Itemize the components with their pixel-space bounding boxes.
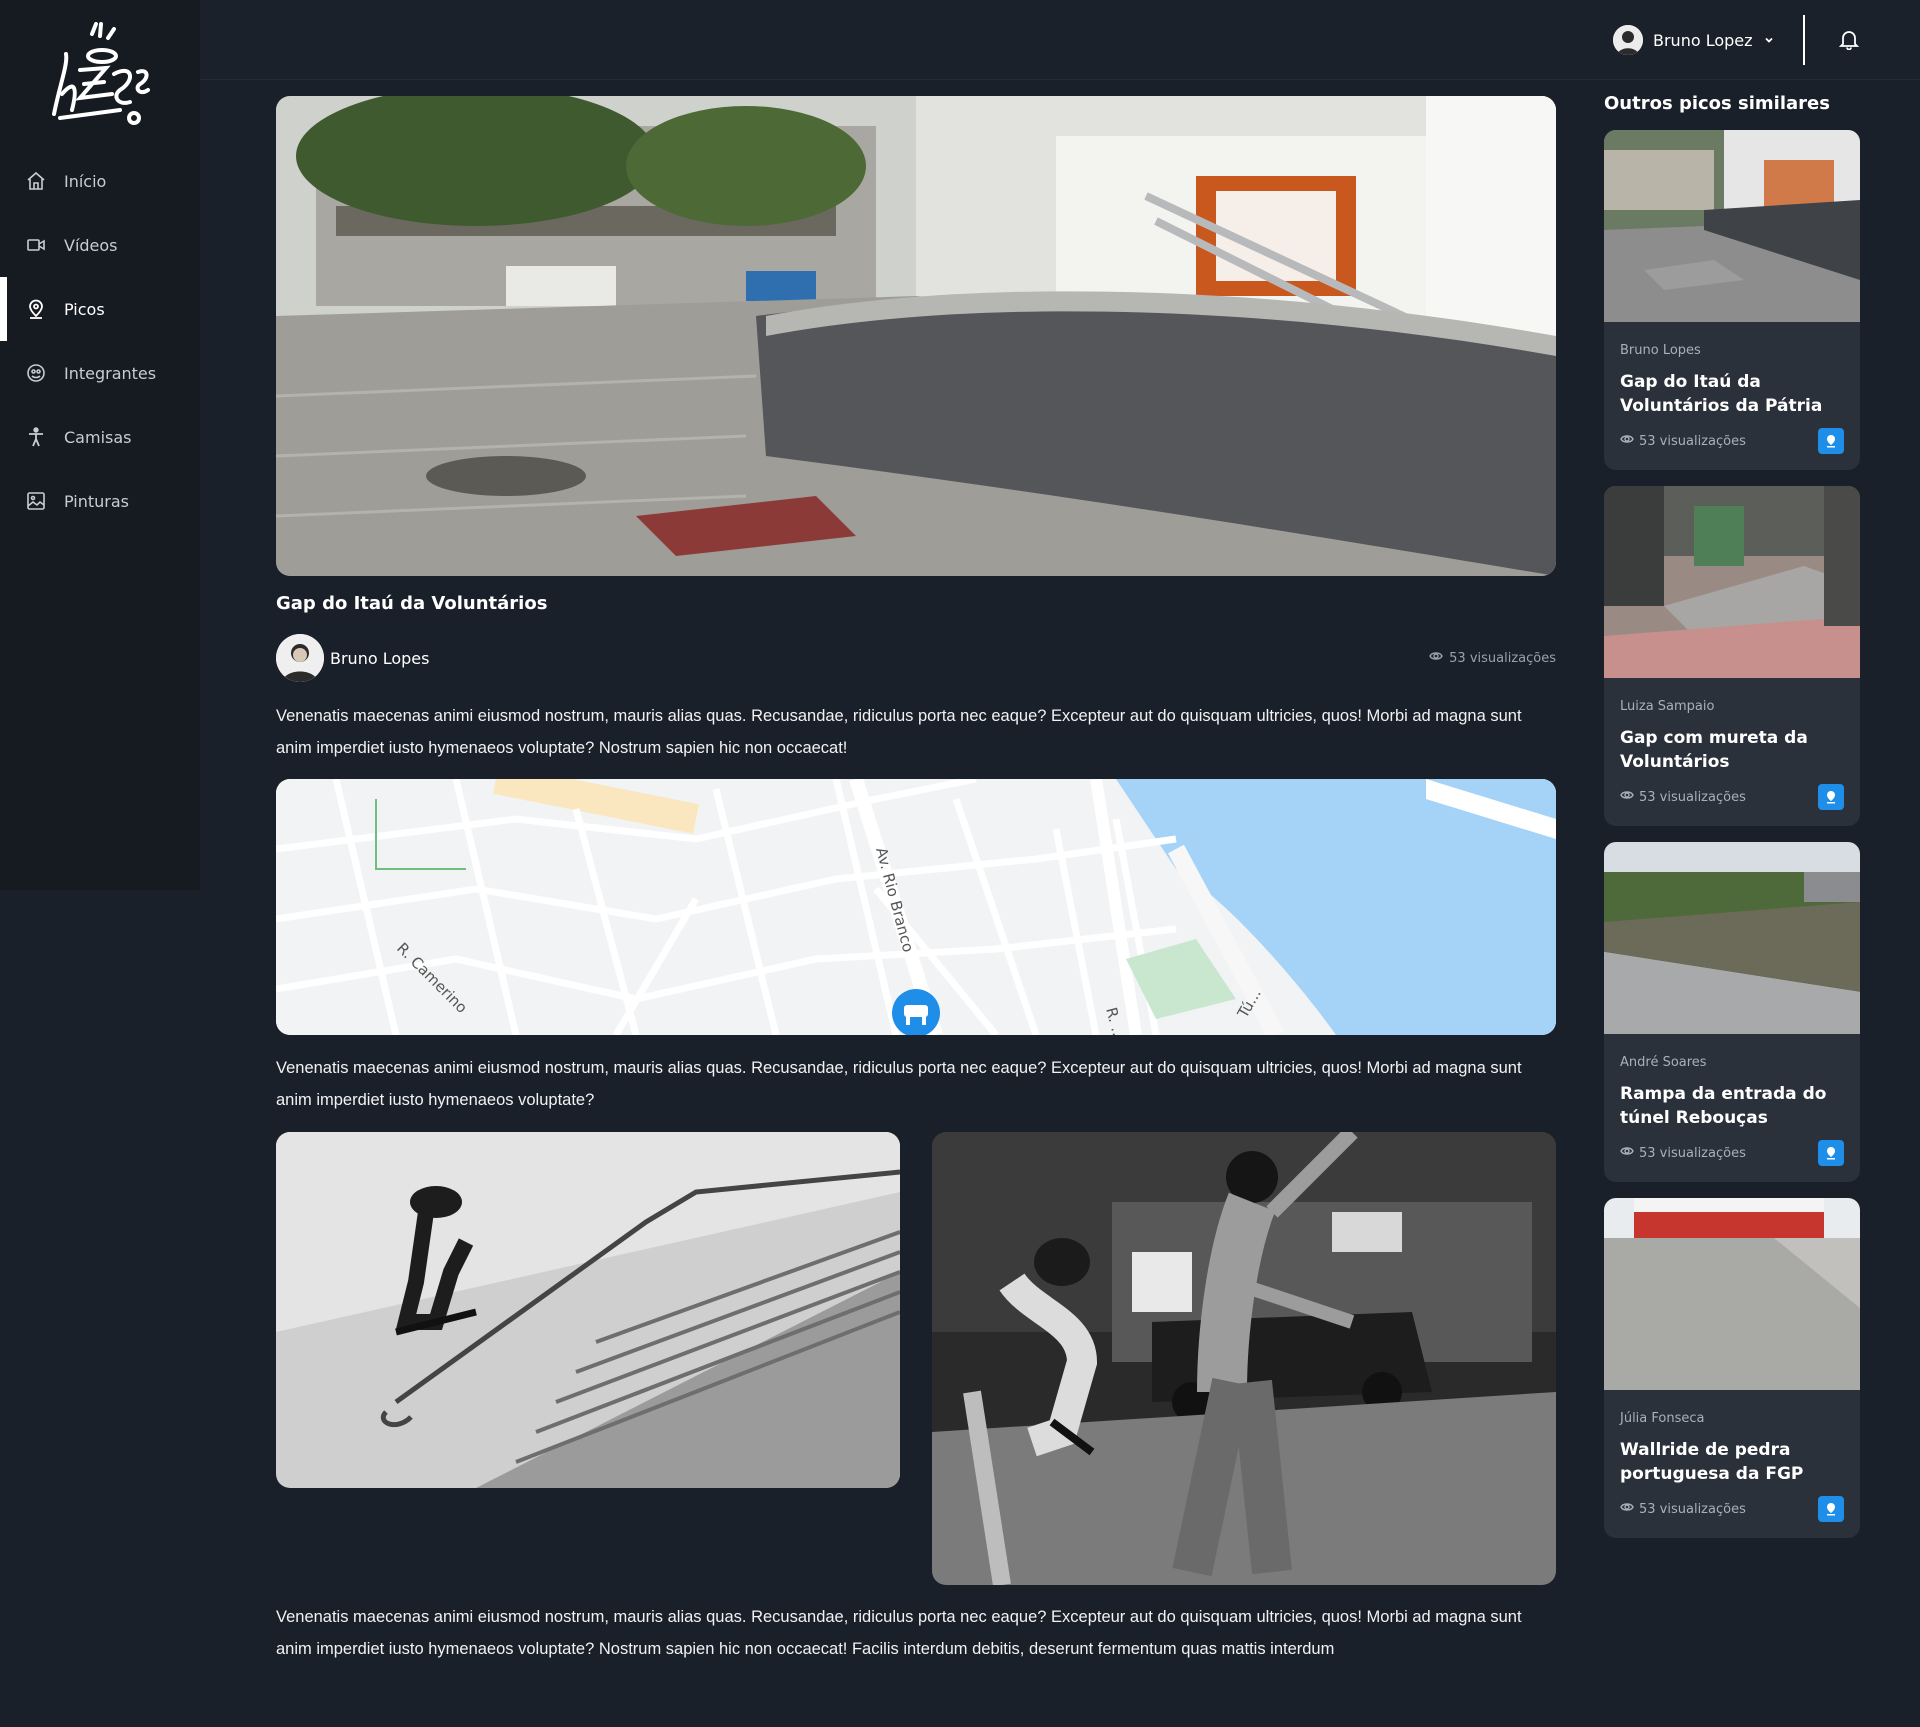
spot-thumbnail	[1604, 130, 1860, 322]
eye-icon	[1620, 432, 1634, 450]
users-icon	[26, 363, 46, 383]
card-title: Gap com mureta da Voluntários	[1620, 728, 1808, 772]
spot-thumbnail	[1604, 1198, 1860, 1390]
sidebar-item-videos[interactable]: Vídeos	[0, 213, 200, 277]
card-views: 53 visualizações	[1620, 1144, 1746, 1162]
card-author: Luiza Sampaio	[1620, 699, 1715, 714]
location-map[interactable]: Av. Rio Branco R. Camerino R. ... Tú...	[276, 779, 1556, 1035]
spot-thumbnail	[1604, 486, 1860, 678]
brand-logo[interactable]	[40, 14, 160, 134]
card-author: André Soares	[1620, 1055, 1707, 1070]
sidebar-item-pinturas[interactable]: Pinturas	[0, 469, 200, 533]
sidebar-item-label: Início	[64, 171, 107, 191]
eye-icon	[1620, 788, 1634, 806]
card-author: Bruno Lopes	[1620, 343, 1701, 358]
image-icon	[26, 491, 46, 511]
author-row: Bruno Lopes 53 visualizações	[276, 633, 1556, 683]
eye-icon	[1429, 649, 1443, 667]
spot-hero-image[interactable]	[276, 96, 1556, 576]
spot-thumbnail	[1604, 842, 1860, 1034]
person-icon	[26, 427, 46, 447]
card-title: Rampa da entrada do túnel Rebouças	[1620, 1084, 1827, 1128]
card-views: 53 visualizações	[1620, 1500, 1746, 1518]
spot-title: Gap do Itaú da Voluntários	[276, 593, 548, 614]
sidebar: Início Vídeos Picos Integrantes Camisas …	[0, 0, 200, 890]
map-pin-button[interactable]	[1818, 784, 1844, 810]
sidebar-item-label: Vídeos	[64, 235, 118, 255]
avatar	[1613, 25, 1643, 55]
sidebar-item-label: Pinturas	[64, 491, 130, 511]
card-views: 53 visualizações	[1620, 788, 1746, 806]
video-icon	[26, 235, 46, 255]
sidebar-item-label: Integrantes	[64, 363, 157, 383]
card-title: Wallride de pedra portuguesa da FGP	[1620, 1440, 1804, 1484]
card-views: 53 visualizações	[1620, 432, 1746, 450]
description-paragraph: Venenatis maecenas animi eiusmod nostrum…	[276, 1608, 1522, 1658]
card-views-label: 53 visualizações	[1639, 1145, 1746, 1161]
map-pin-button[interactable]	[1818, 428, 1844, 454]
similar-spot-card[interactable]: Júlia Fonseca Wallride de pedra portugue…	[1604, 1198, 1860, 1538]
home-icon	[26, 171, 46, 191]
skate-photo[interactable]	[276, 1132, 900, 1488]
similar-spots-title: Outros picos similares	[1604, 93, 1830, 114]
map-pin-button[interactable]	[1818, 1140, 1844, 1166]
skate-spot-marker-icon	[892, 989, 940, 1035]
author-name[interactable]: Bruno Lopes	[330, 649, 429, 668]
sidebar-item-label: Camisas	[64, 427, 132, 447]
sidebar-item-picos[interactable]: Picos	[0, 277, 200, 341]
user-menu[interactable]: Bruno Lopez	[1613, 24, 1775, 56]
header-divider	[1803, 15, 1805, 65]
card-views-label: 53 visualizações	[1639, 433, 1746, 449]
sidebar-item-inicio[interactable]: Início	[0, 149, 200, 213]
map-pin-button[interactable]	[1818, 1496, 1844, 1522]
user-name: Bruno Lopez	[1653, 30, 1753, 50]
sidebar-item-label: Picos	[64, 299, 105, 319]
description-paragraph: Venenatis maecenas animi eiusmod nostrum…	[276, 707, 1522, 757]
card-views-label: 53 visualizações	[1639, 789, 1746, 805]
chevron-down-icon	[1763, 31, 1775, 50]
map-pin-icon	[26, 299, 46, 319]
card-author: Júlia Fonseca	[1620, 1411, 1705, 1426]
eye-icon	[1620, 1144, 1634, 1162]
sidebar-item-integrantes[interactable]: Integrantes	[0, 341, 200, 405]
description-paragraph: Venenatis maecenas animi eiusmod nostrum…	[276, 1059, 1522, 1109]
similar-spot-card[interactable]: André Soares Rampa da entrada do túnel R…	[1604, 842, 1860, 1182]
sidebar-item-camisas[interactable]: Camisas	[0, 405, 200, 469]
bell-icon[interactable]	[1838, 28, 1860, 51]
skate-photo[interactable]	[932, 1132, 1556, 1585]
avatar[interactable]	[276, 634, 324, 682]
similar-spot-card[interactable]: Luiza Sampaio Gap com mureta da Voluntár…	[1604, 486, 1860, 826]
card-title: Gap do Itaú da Voluntários da Pátria	[1620, 372, 1823, 416]
eye-icon	[1620, 1500, 1634, 1518]
card-views-label: 53 visualizações	[1639, 1501, 1746, 1517]
view-count-label: 53 visualizações	[1449, 650, 1556, 666]
similar-spot-card[interactable]: Bruno Lopes Gap do Itaú da Voluntários d…	[1604, 130, 1860, 470]
view-count: 53 visualizações	[1429, 649, 1556, 667]
